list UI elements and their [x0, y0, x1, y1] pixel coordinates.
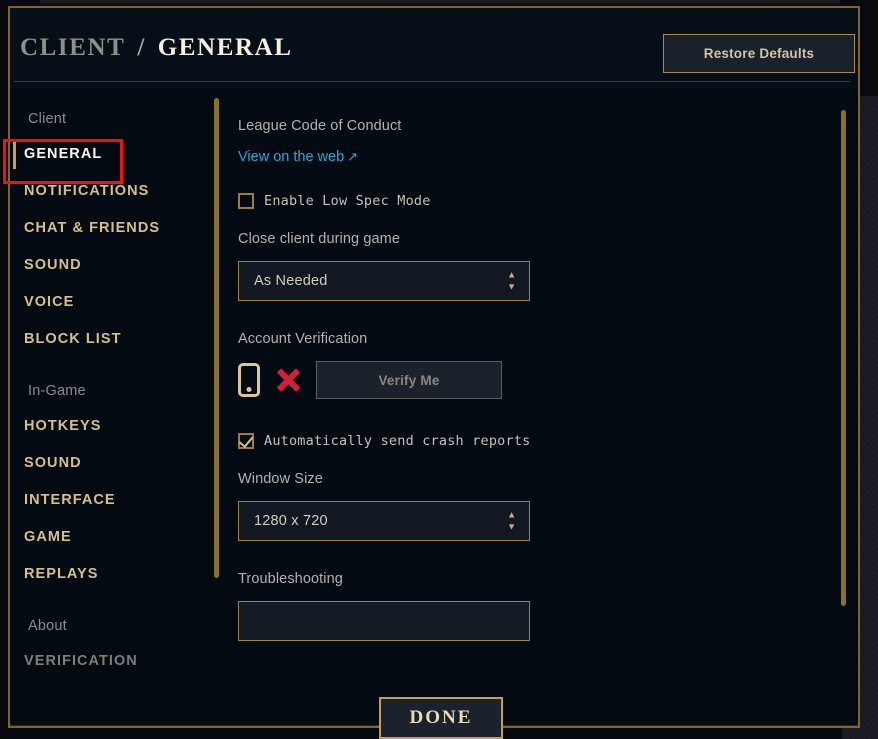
account-verification-label: Account Verification [238, 331, 368, 347]
account-verification-row: Verify Me [238, 361, 838, 399]
content-scrollbar[interactable] [841, 110, 846, 606]
x-mark-icon [273, 365, 303, 395]
chevron-up-icon: ▲ [507, 269, 516, 280]
restore-defaults-button[interactable]: Restore Defaults [663, 34, 855, 73]
view-on-the-web-link[interactable]: View on the web ↗ [238, 149, 358, 165]
code-of-conduct-label: League Code of Conduct [238, 118, 402, 134]
chevron-down-icon: ▼ [507, 521, 516, 532]
sidebar-scrollbar[interactable] [214, 98, 219, 578]
troubleshooting-button[interactable] [238, 601, 530, 641]
low-spec-mode-checkbox[interactable] [238, 193, 254, 209]
sidebar-item-notifications[interactable]: NOTIFICATIONS [10, 173, 206, 210]
verify-me-button[interactable]: Verify Me [316, 361, 502, 399]
view-on-the-web-label: View on the web [238, 149, 345, 165]
settings-content-pane: League Code of Conduct View on the web ↗ … [238, 88, 838, 723]
window-size-select[interactable]: 1280 x 720 ▲ ▼ [238, 501, 530, 541]
sidebar-item-interface[interactable]: INTERFACE [10, 482, 206, 519]
sidebar-item-block-list[interactable]: BLOCK LIST [10, 321, 206, 358]
window-size-label: Window Size [238, 471, 323, 487]
sidebar-item-general[interactable]: GENERAL [10, 136, 206, 173]
window-size-value: 1280 x 720 [254, 513, 328, 529]
settings-sidebar: Client GENERAL NOTIFICATIONS CHAT & FRIE… [10, 88, 206, 723]
breadcrumb-separator: / [137, 34, 146, 61]
close-client-select[interactable]: As Needed ▲ ▼ [238, 261, 530, 301]
nav-group-label-in-game: In-Game [28, 383, 86, 399]
sidebar-item-sound-client[interactable]: SOUND [10, 247, 206, 284]
nav-group-spacer-2 [10, 593, 206, 609]
settings-header: CLIENT / GENERAL Restore Defaults [10, 8, 858, 88]
close-client-label: Close client during game [238, 231, 400, 247]
sidebar-item-voice[interactable]: VOICE [10, 284, 206, 321]
chevron-down-icon: ▼ [507, 281, 516, 292]
chevron-up-icon: ▲ [507, 509, 516, 520]
nav-group-label-client: Client [28, 111, 67, 127]
chevron-updown-icon[interactable]: ▲ ▼ [507, 269, 516, 292]
settings-window: CLIENT / GENERAL Restore Defaults Client… [0, 0, 878, 739]
sidebar-item-hotkeys[interactable]: HOTKEYS [10, 408, 206, 445]
header-divider [14, 81, 850, 82]
sidebar-item-verification[interactable]: VERIFICATION [10, 643, 206, 680]
breadcrumb-current: GENERAL [157, 34, 293, 61]
sidebar-item-sound-ingame[interactable]: SOUND [10, 445, 206, 482]
sidebar-item-replays[interactable]: REPLAYS [10, 556, 206, 593]
chevron-updown-icon[interactable]: ▲ ▼ [507, 509, 516, 532]
external-link-icon: ↗ [347, 149, 359, 164]
phone-icon [238, 363, 260, 397]
breadcrumb-section[interactable]: CLIENT [20, 34, 125, 61]
crash-reports-label: Automatically send crash reports [264, 433, 531, 449]
close-client-value: As Needed [254, 273, 328, 289]
crash-reports-checkbox[interactable] [238, 433, 254, 449]
sidebar-item-game[interactable]: GAME [10, 519, 206, 556]
nav-group-spacer-1 [10, 358, 206, 374]
settings-body: Client GENERAL NOTIFICATIONS CHAT & FRIE… [10, 88, 858, 723]
window-chrome-left [0, 0, 6, 739]
crash-reports-row[interactable]: Automatically send crash reports [238, 433, 838, 449]
window-chrome-top [40, 0, 840, 5]
nav-group-label-about: About [28, 618, 67, 634]
low-spec-mode-label: Enable Low Spec Mode [264, 193, 431, 209]
troubleshooting-label: Troubleshooting [238, 571, 343, 587]
sidebar-item-chat-and-friends[interactable]: CHAT & FRIENDS [10, 210, 206, 247]
done-button[interactable]: DONE [379, 697, 503, 739]
low-spec-mode-row[interactable]: Enable Low Spec Mode [238, 193, 838, 209]
breadcrumb: CLIENT / GENERAL [20, 34, 293, 62]
